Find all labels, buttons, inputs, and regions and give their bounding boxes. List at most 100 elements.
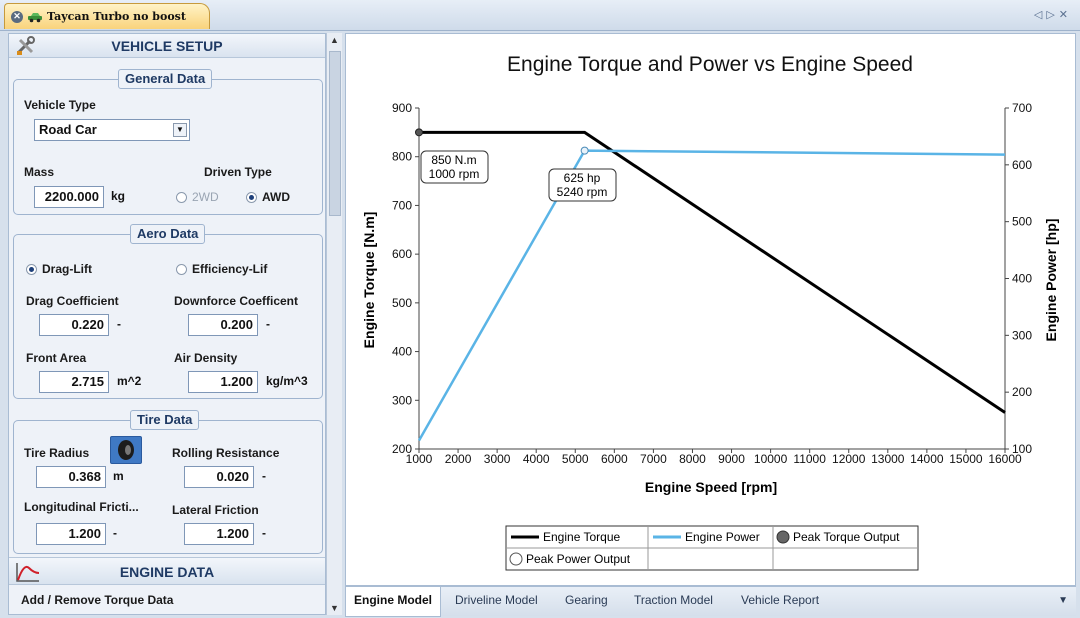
x-tick-label: 4000 (523, 452, 550, 466)
engine-power-line (417, 149, 1006, 442)
scroll-down-icon[interactable]: ▼ (330, 603, 339, 613)
radio-efficiency-lift[interactable]: Efficiency-Lif (176, 262, 267, 276)
downforce-coefficient-input[interactable]: 0.200 (188, 314, 258, 336)
peak-torque-marker (415, 128, 423, 137)
general-data-group: General Data Vehicle Type Road Car ▼ Mas… (13, 69, 323, 215)
y2-tick-label: 600 (1012, 158, 1032, 172)
tab-traction-model[interactable]: Traction Model (634, 593, 713, 607)
x-tick-label: 3000 (484, 452, 511, 466)
tab-gearing[interactable]: Gearing (565, 593, 608, 607)
peak-power-callout: 625 hp5240 rpm (548, 168, 617, 202)
lateral-friction-input[interactable]: 1.200 (184, 523, 254, 545)
tire-radius-input[interactable]: 0.368 (36, 466, 106, 488)
chart-title: Engine Torque and Power vs Engine Speed (507, 53, 913, 76)
mass-input[interactable]: 2200.000 (34, 186, 104, 208)
drag-coefficient-input[interactable]: 0.220 (39, 314, 109, 336)
car-icon (28, 12, 42, 22)
tab-vehicle-report[interactable]: Vehicle Report (741, 593, 819, 607)
legend-engine-power: Engine Power (685, 530, 760, 544)
mass-unit: kg (111, 189, 126, 203)
chart-marks: 850 N.m1000 rpm 625 hp5240 rpm (415, 128, 1006, 442)
document-tab[interactable]: ✕ Taycan Turbo no boost (4, 3, 210, 29)
vehicle-type-select[interactable]: Road Car ▼ (34, 119, 190, 141)
legend-peak-power-output: Peak Power Output (526, 552, 631, 566)
engine-chart: Engine Torque and Power vs Engine Speed … (361, 53, 1059, 571)
scroll-left-icon[interactable]: ◁ (1034, 9, 1046, 21)
tire-radius-label: Tire Radius (24, 446, 90, 460)
y-tick-label: 900 (392, 101, 412, 115)
air-density-unit: kg/m^3 (266, 374, 308, 388)
radio-drag-lift[interactable]: Drag-Lift (26, 262, 92, 276)
x-tick-label: 14000 (910, 452, 944, 466)
x-tick-label: 12000 (832, 452, 866, 466)
radio-drag-lift-label: Drag-Lift (42, 262, 92, 276)
tab-engine-model[interactable]: Engine Model (345, 587, 441, 617)
x-tick-label: 15000 (949, 452, 983, 466)
tire-calculator-button[interactable] (110, 436, 142, 464)
chart-pane: Engine Torque and Power vs Engine Speed … (345, 33, 1076, 586)
y-tick-label: 500 (392, 296, 412, 310)
legend-peak-power-swatch (509, 552, 523, 566)
x-tick-label: 5000 (562, 452, 589, 466)
radio-2wd-label: 2WD (192, 190, 219, 204)
y2-tick-label: 200 (1012, 385, 1032, 399)
close-window-icon[interactable]: ✕ (1059, 9, 1072, 21)
tools-icon (16, 36, 35, 55)
legend-engine-torque: Engine Torque (543, 530, 621, 544)
y-axis-label: Engine Torque [N.m] (361, 212, 377, 349)
close-tab-icon[interactable]: ✕ (11, 10, 23, 23)
x-tick-label: 7000 (640, 452, 667, 466)
lateral-friction-unit: - (262, 526, 266, 540)
engine-curve-icon (16, 563, 40, 582)
radio-awd-dot (246, 191, 257, 203)
engine-data-header[interactable]: ENGINE DATA (9, 557, 325, 585)
y2-axis-label: Engine Power [hp] (1043, 219, 1059, 342)
y-tick-label: 400 (392, 345, 412, 359)
bottom-tab-strip: Engine Model Driveline Model Gearing Tra… (345, 586, 1076, 617)
window-controls[interactable]: ◁▷✕ (1034, 8, 1072, 21)
rolling-resistance-input[interactable]: 0.020 (184, 466, 254, 488)
front-area-unit: m^2 (117, 374, 142, 388)
left-panel-scrollbar[interactable]: ▲ ▼ (326, 33, 342, 615)
add-remove-torque-data-link[interactable]: Add / Remove Torque Data (9, 586, 325, 614)
y-tick-label: 200 (392, 442, 412, 456)
longitudinal-friction-unit: - (113, 526, 117, 540)
x-tick-label: 9000 (718, 452, 745, 466)
legend-peak-torque-output: Peak Torque Output (793, 530, 900, 544)
y2-tick-label: 300 (1012, 328, 1032, 342)
engine-data-title: ENGINE DATA (119, 564, 215, 580)
front-area-input[interactable]: 2.715 (39, 371, 109, 393)
chevron-down-icon[interactable]: ▼ (173, 123, 187, 137)
peak-power-label-line2: 5240 rpm (557, 185, 608, 199)
y-tick-label: 700 (392, 198, 412, 212)
x-tick-label: 13000 (871, 452, 905, 466)
y2-tick-label: 500 (1012, 215, 1032, 229)
drag-coefficient-unit: - (117, 317, 121, 331)
radio-2wd[interactable]: 2WD (176, 190, 219, 204)
vehicle-setup-header[interactable]: VEHICLE SETUP (9, 34, 325, 58)
scrollbar-thumb[interactable] (329, 51, 341, 216)
y2-tick-label: 700 (1012, 101, 1032, 115)
scroll-up-icon[interactable]: ▲ (330, 35, 339, 45)
y-tick-label: 300 (392, 393, 412, 407)
document-tab-title: Taycan Turbo no boost (47, 10, 186, 23)
x-tick-label: 10000 (754, 452, 788, 466)
x-tick-label: 11000 (793, 452, 826, 466)
peak-power-label-line1: 625 hp (564, 171, 601, 185)
aero-data-group: Aero Data Drag-Lift Efficiency-Lif Drag … (13, 224, 323, 399)
air-density-input[interactable]: 1.200 (188, 371, 258, 393)
scroll-right-icon[interactable]: ▷ (1046, 9, 1058, 21)
radio-awd[interactable]: AWD (246, 190, 290, 204)
tab-overflow-chevron-icon[interactable]: ▼ (1058, 595, 1068, 606)
longitudinal-friction-input[interactable]: 1.200 (36, 523, 106, 545)
downforce-coefficient-unit: - (266, 317, 270, 331)
legend-peak-torque-swatch (776, 530, 790, 544)
vehicle-type-value: Road Car (39, 122, 97, 137)
peak-torque-label-line1: 850 N.m (431, 153, 476, 167)
aero-data-title: Aero Data (130, 224, 206, 244)
x-axis-label: Engine Speed [rpm] (645, 479, 777, 495)
rolling-resistance-unit: - (262, 469, 266, 483)
tab-driveline-model[interactable]: Driveline Model (455, 593, 538, 607)
x-tick-label: 6000 (601, 452, 628, 466)
y-tick-label: 800 (392, 150, 412, 164)
